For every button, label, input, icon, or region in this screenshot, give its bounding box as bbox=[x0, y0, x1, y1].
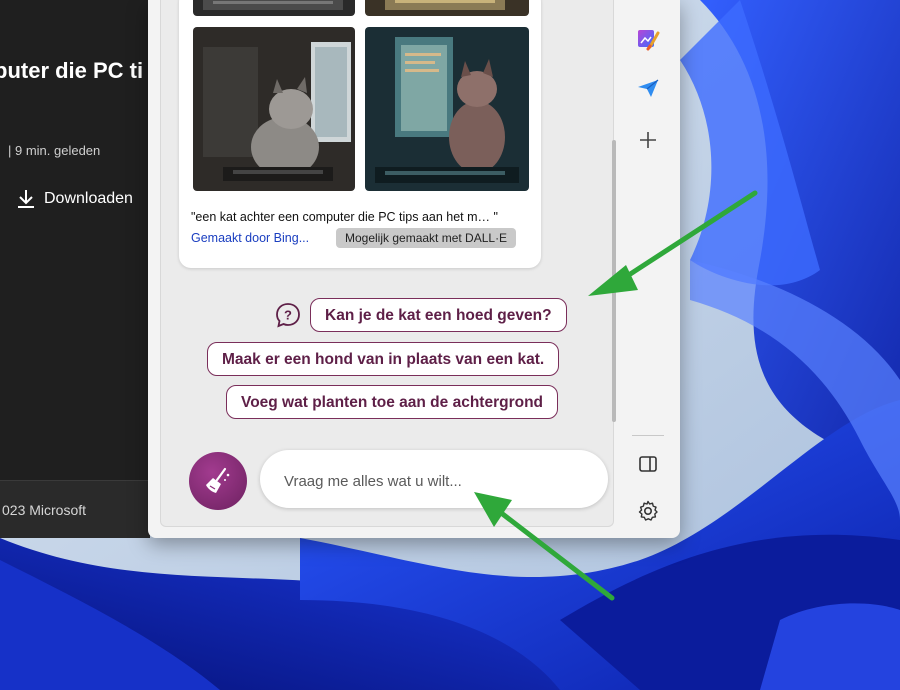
broom-icon bbox=[206, 467, 230, 493]
svg-text:?: ? bbox=[284, 308, 292, 323]
generated-image-1[interactable] bbox=[193, 0, 355, 16]
image-result-card: "een kat achter een computer die PC tips… bbox=[179, 0, 541, 268]
chat-scrollbar[interactable] bbox=[612, 140, 616, 422]
chat-area: "een kat achter een computer die PC tips… bbox=[160, 0, 616, 527]
designer-icon[interactable] bbox=[636, 27, 660, 51]
dalle-badge: Mogelijk gemaakt met DALL·E bbox=[336, 228, 517, 248]
app-footer: 023 Microsoft bbox=[0, 480, 150, 538]
post-meta: | 9 min. geleden bbox=[8, 143, 101, 158]
settings-icon[interactable] bbox=[636, 499, 660, 523]
sidebar-toggle-icon[interactable] bbox=[636, 452, 660, 476]
download-label: Downloaden bbox=[44, 190, 133, 207]
suggestion-chip-1[interactable]: Kan je de kat een hoed geven? bbox=[310, 298, 567, 332]
page-title: puter die PC ti bbox=[0, 58, 144, 83]
sidebar-divider bbox=[632, 435, 664, 436]
image-caption: "een kat achter een computer die PC tips… bbox=[191, 210, 498, 224]
help-icon: ? bbox=[276, 303, 300, 328]
download-button[interactable]: Downloaden bbox=[16, 188, 133, 210]
generated-image-2[interactable] bbox=[365, 0, 529, 16]
made-by-bing-link[interactable]: Gemaakt door Bing... bbox=[191, 231, 309, 245]
browser-window: puter die PC ti | 9 min. geleden Downloa… bbox=[0, 0, 150, 538]
copyright-text: 023 Microsoft bbox=[2, 502, 87, 518]
download-icon bbox=[18, 190, 34, 208]
generated-image-4[interactable] bbox=[365, 27, 529, 191]
copilot-panel: "een kat achter een computer die PC tips… bbox=[148, 0, 680, 538]
plus-icon[interactable] bbox=[636, 128, 660, 152]
chat-input-box[interactable] bbox=[260, 450, 608, 508]
generated-image-3[interactable] bbox=[193, 27, 355, 191]
suggestion-chip-2[interactable]: Maak er een hond van in plaats van een k… bbox=[207, 342, 560, 376]
chat-input[interactable] bbox=[282, 468, 586, 494]
suggestion-chip-3[interactable]: Voeg wat planten toe aan de achtergrond bbox=[226, 385, 559, 419]
new-topic-button[interactable] bbox=[189, 452, 247, 510]
send-icon[interactable] bbox=[636, 76, 660, 100]
